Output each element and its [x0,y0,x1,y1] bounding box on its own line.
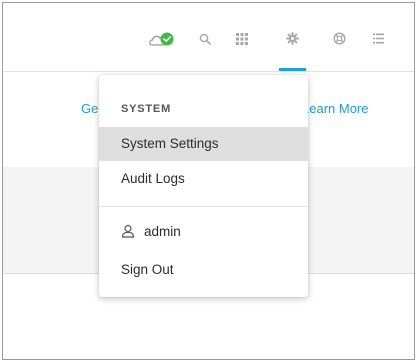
username-label: admin [144,223,181,239]
menu-section-header: SYSTEM [121,103,172,115]
sign-out-button[interactable]: Sign Out [99,253,308,287]
cloud-check-icon[interactable] [148,30,176,48]
menu-divider [99,206,308,207]
learn-more-link[interactable]: Learn More [302,101,402,116]
get-started-link[interactable]: Ge [81,101,101,116]
user-icon [121,224,135,238]
menu-item-system-settings[interactable]: System Settings [99,127,308,161]
app-window: Ge Learn More SYSTEM System Settings Aud… [2,2,415,360]
system-dropdown-menu: SYSTEM System Settings Audit Logs admin … [99,75,308,297]
apps-grid-icon[interactable] [236,33,248,45]
menu-item-audit-logs[interactable]: Audit Logs [99,162,308,196]
help-lifebuoy-icon[interactable] [333,32,346,45]
active-tab-indicator [279,68,306,71]
gear-icon[interactable] [286,32,299,45]
menu-user-row: admin [121,221,181,241]
search-icon[interactable] [199,33,211,45]
top-toolbar [3,3,414,72]
list-icon[interactable] [373,33,384,44]
